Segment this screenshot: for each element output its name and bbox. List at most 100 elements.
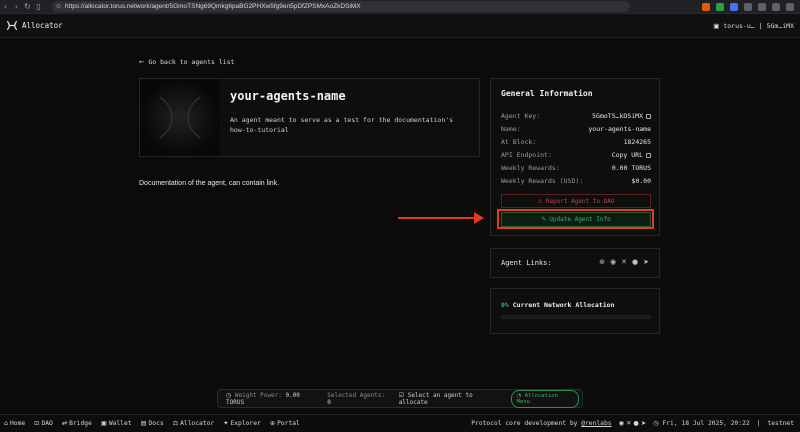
profile-icon[interactable]	[772, 2, 780, 11]
credit-text: Protocol core development by	[471, 420, 578, 427]
footer-link-home[interactable]: ⌂ Home	[4, 420, 25, 427]
extension-icon[interactable]	[716, 2, 724, 11]
app-title: Allocator	[22, 21, 63, 30]
report-agent-label: Report Agent to DAO	[545, 197, 615, 205]
url-text: https://allocator.torus.network/agent/5G…	[65, 3, 361, 10]
footer-link-wallet[interactable]: ▣ Wallet	[101, 420, 132, 427]
footer-right: Protocol core development by @renlabs ◉ …	[471, 420, 794, 427]
footer: ⌂ Home ⊡ DAO ⇄ Bridge ▣ Wallet ▤ Docs ⚖ Alloca…	[0, 414, 800, 432]
back-arrow-icon[interactable]: ‹	[0, 2, 11, 11]
footer-credit: Protocol core development by @renlabs	[471, 420, 611, 427]
annotation-arrow	[398, 212, 484, 224]
forward-arrow-icon[interactable]: ›	[11, 2, 22, 11]
footer-link-label: Docs	[148, 420, 164, 427]
info-key: Weekly Rewards (USD):	[501, 177, 584, 185]
telegram-icon[interactable]: ➤	[643, 258, 649, 266]
extension-icon[interactable]	[744, 2, 752, 11]
reload-icon[interactable]: ↻	[22, 2, 33, 11]
info-row-name: Name: your-agents-name	[501, 125, 651, 133]
bridge-icon: ⇄	[61, 420, 68, 427]
copy-icon[interactable]	[646, 113, 651, 119]
discord-icon[interactable]: ◉	[619, 420, 625, 427]
renlabs-link[interactable]: @renlabs	[581, 420, 611, 427]
bookmark-icon[interactable]: ▯	[33, 2, 44, 11]
select-agent-text: Select an agent to allocate	[398, 391, 473, 406]
torus-logo-icon	[7, 21, 17, 30]
allocator-icon: ⚖	[172, 420, 179, 427]
app-header: Allocator ▣ torus-u… | 5Gm…iMX	[0, 14, 800, 38]
extension-icon[interactable]	[702, 2, 710, 11]
x-twitter-icon[interactable]: ✕	[626, 420, 631, 427]
allocation-toolbar: ◷ Weight Power: 0.00 TORUS Selected Agen…	[217, 389, 583, 408]
explorer-icon: ✦	[223, 420, 229, 427]
github-icon[interactable]: ●	[632, 258, 638, 266]
app-logo[interactable]: Allocator	[7, 21, 63, 30]
agent-placeholder-graphic	[159, 96, 201, 139]
info-key: API Endpoint:	[501, 151, 552, 159]
report-agent-button[interactable]: ⚠ Report Agent to DAO	[501, 194, 651, 208]
agent-description: An agent meant to serve as a test for th…	[230, 116, 454, 134]
checkbox-icon: ☑	[398, 391, 405, 399]
site-info-icon[interactable]: ⊙	[56, 3, 61, 10]
agent-card: your-agents-name An agent meant to serve…	[139, 78, 480, 157]
allocation-menu-button[interactable]: ◔ Allocation Menu	[510, 389, 579, 408]
sidebar-icon[interactable]	[758, 2, 766, 11]
footer-link-bridge[interactable]: ⇄ Bridge	[62, 420, 92, 427]
dao-icon: ⊡	[34, 420, 40, 427]
weight-power-label: Weight Power:	[234, 391, 282, 399]
wallet-button[interactable]: ▣ torus-u… | 5Gm…iMX	[713, 22, 794, 30]
x-twitter-icon[interactable]: ✕	[621, 258, 627, 266]
telegram-icon[interactable]: ➤	[641, 420, 646, 427]
footer-link-label: Home	[10, 420, 26, 427]
info-value: 5GmoTS…kDSiMX	[592, 112, 651, 120]
footer-link-explorer[interactable]: ✦ Explorer	[223, 420, 261, 427]
allocation-menu-label: Allocation Menu	[516, 392, 558, 405]
info-value: 0.00 TORUS	[611, 164, 651, 172]
back-to-agents-link[interactable]: ← Go back to agents list	[139, 58, 234, 66]
footer-separator: |	[756, 420, 761, 427]
wallet-icon: ▣	[713, 21, 720, 30]
agent-links-label: Agent Links:	[501, 259, 552, 267]
info-row-weekly-rewards-usd: Weekly Rewards (USD): $0.00	[501, 177, 651, 185]
allocation-progress-bar	[501, 315, 651, 319]
arrow-left-icon: ←	[139, 58, 145, 66]
copy-url-button[interactable]: Copy URL	[612, 151, 651, 159]
agent-name: your-agents-name	[230, 89, 346, 103]
agent-image	[140, 79, 220, 156]
info-row-weekly-rewards: Weekly Rewards: 0.00 TORUS	[501, 164, 651, 172]
menu-icon[interactable]	[786, 2, 794, 11]
warning-icon: ⚠	[537, 197, 543, 205]
globe-icon[interactable]: ⊕	[599, 258, 605, 266]
info-row-agent-key: Agent Key: 5GmoTS…kDSiMX	[501, 112, 651, 120]
agent-key-value: 5GmoTS…kDSiMX	[592, 112, 643, 120]
copy-url-label: Copy URL	[611, 151, 643, 159]
footer-link-label: Explorer	[230, 420, 261, 427]
allocation-label: Current Network Allocation	[512, 301, 615, 309]
info-row-api-endpoint: API Endpoint: Copy URL	[501, 151, 651, 159]
extensions	[702, 2, 794, 11]
select-agent-hint: ☑ Select an agent to allocate	[399, 392, 503, 406]
footer-link-label: Portal	[277, 420, 300, 427]
github-icon[interactable]: ●	[633, 420, 639, 427]
extension-icon[interactable]	[730, 2, 738, 11]
address-bar[interactable]: ⊙ https://allocator.torus.network/agent/…	[52, 1, 630, 12]
general-information-title: General Information	[501, 89, 593, 98]
home-icon: ⌂	[4, 420, 8, 427]
footer-link-dao[interactable]: ⊡ DAO	[34, 420, 53, 427]
allocation-percent: 0%	[501, 301, 509, 309]
footer-link-portal[interactable]: ⊕ Portal	[270, 420, 300, 427]
docs-icon: ▤	[140, 420, 147, 427]
annotation-highlight-box	[497, 209, 654, 229]
footer-link-allocator[interactable]: ⚖ Allocator	[173, 420, 215, 427]
footer-link-docs[interactable]: ▤ Docs	[141, 420, 164, 427]
browser-toolbar: ‹ › ↻ ▯ ⊙ https://allocator.torus.networ…	[0, 0, 800, 14]
network-label: testnet	[767, 420, 794, 427]
portal-icon: ⊕	[269, 420, 276, 427]
wallet-icon: ▣	[100, 420, 107, 427]
footer-link-label: Allocator	[180, 420, 215, 427]
network-allocation-panel: 0% Current Network Allocation	[490, 288, 660, 334]
info-value: your-agents-name	[588, 125, 651, 133]
wallet-name: torus-u…	[723, 21, 755, 30]
footer-link-label: DAO	[41, 420, 53, 427]
discord-icon[interactable]: ◉	[610, 258, 616, 266]
